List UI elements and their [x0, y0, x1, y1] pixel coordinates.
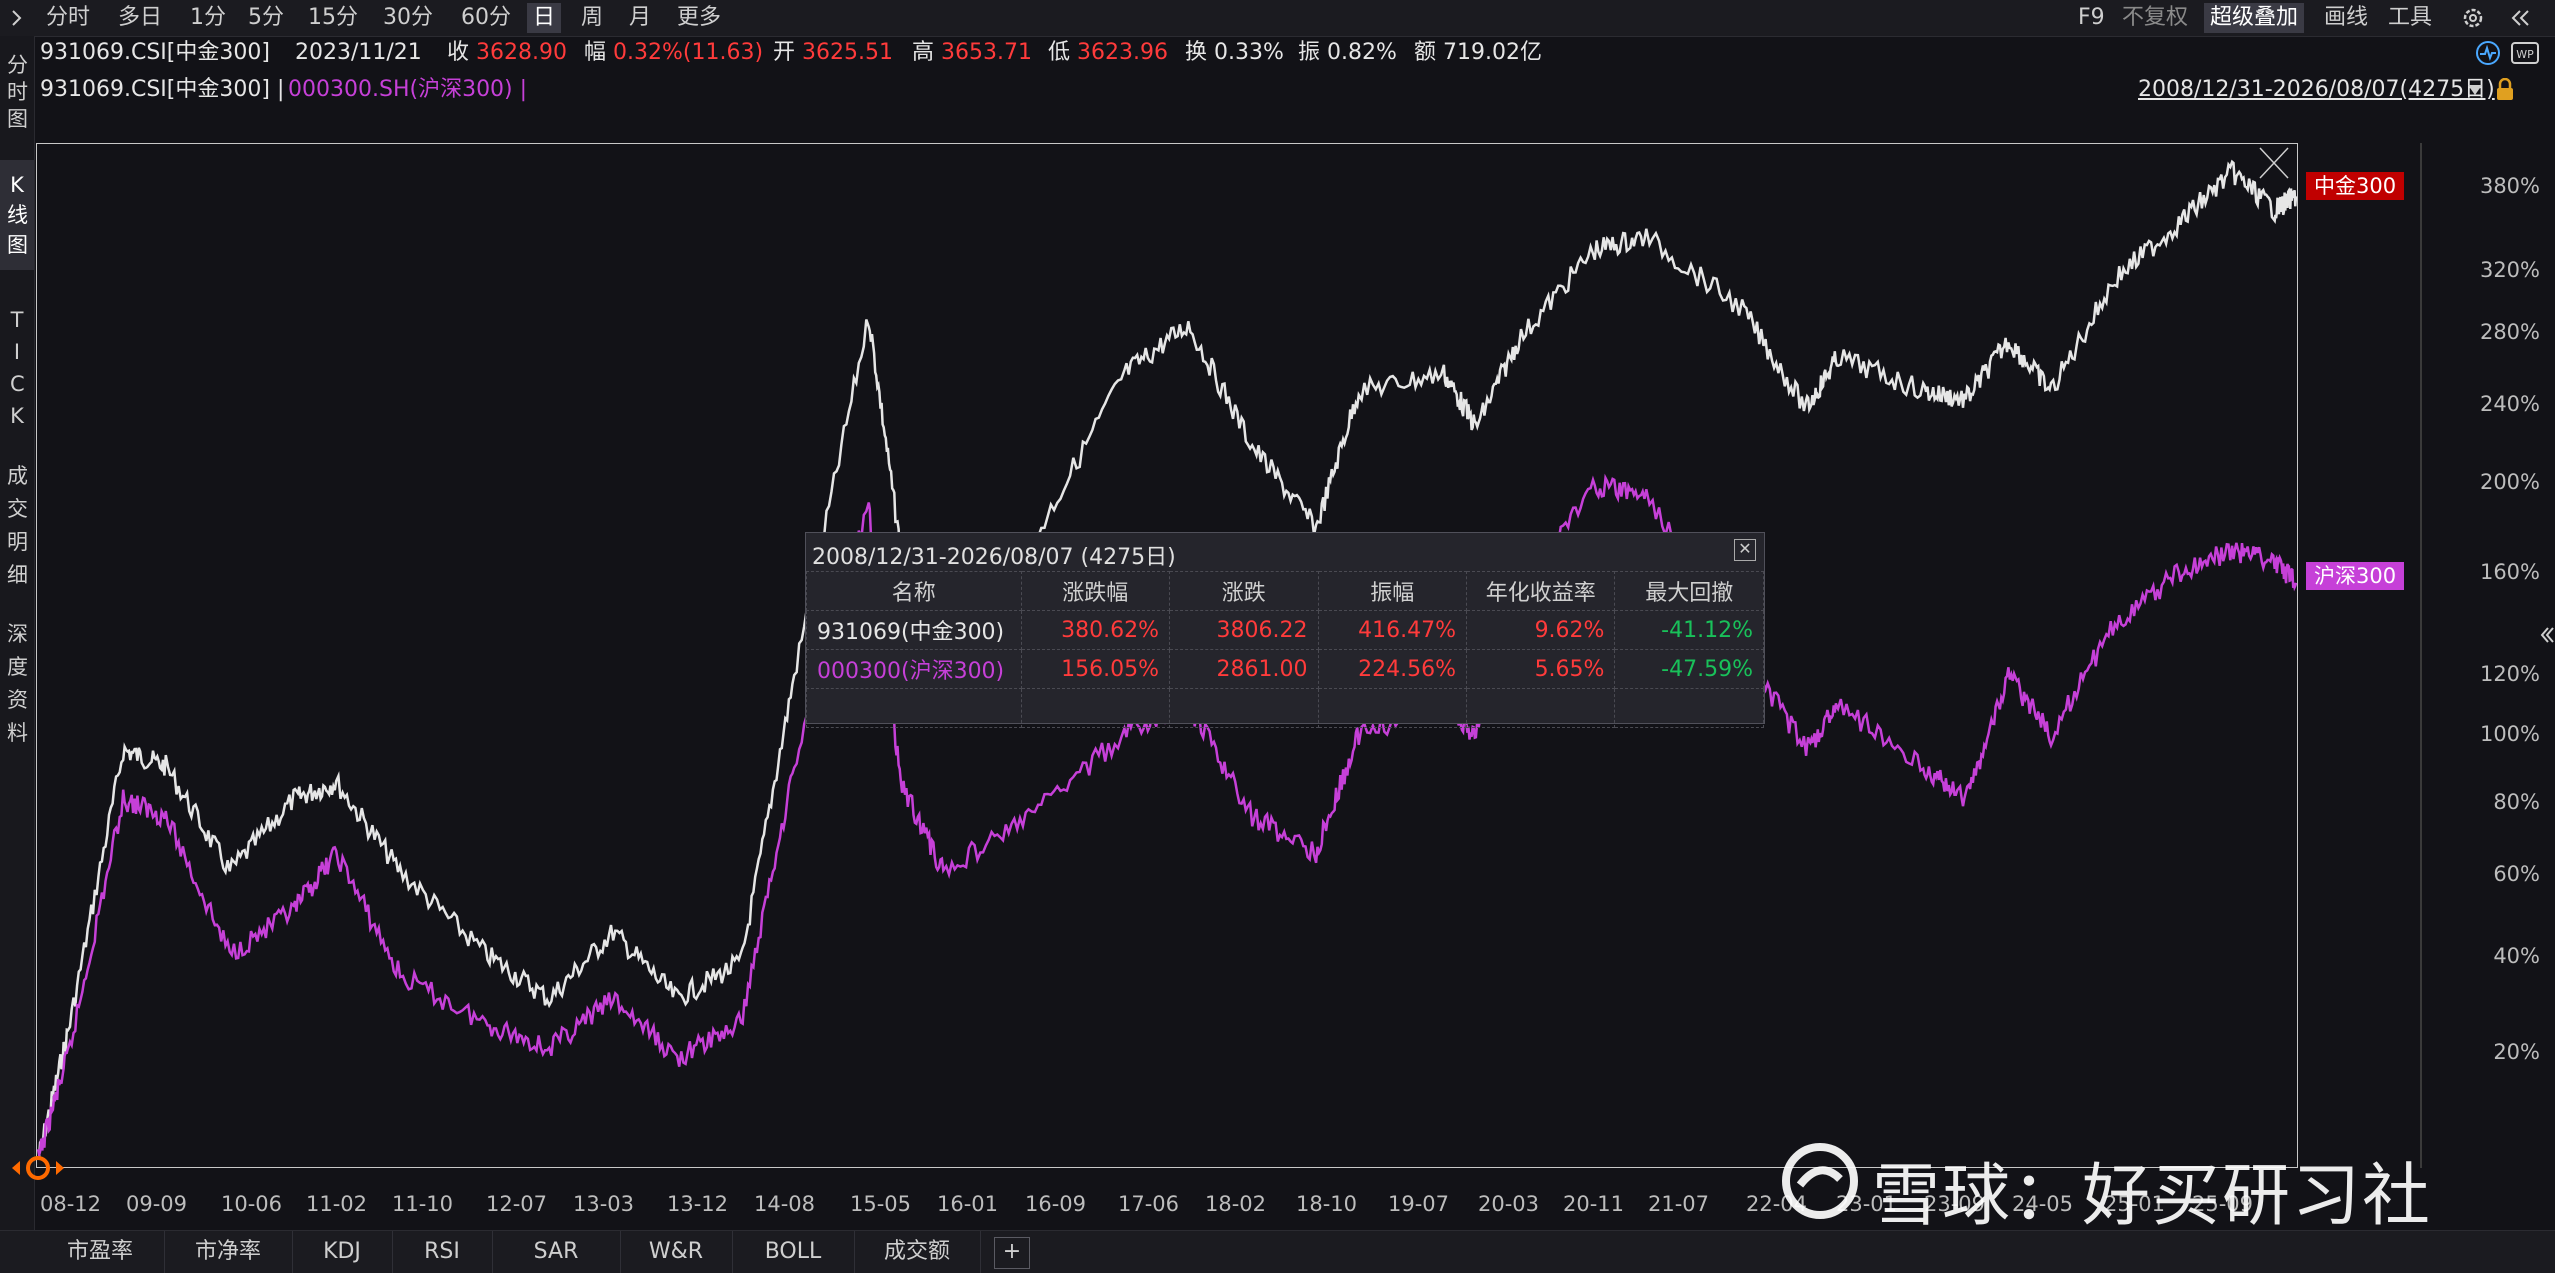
- x-tick: 18-02: [1205, 1192, 1267, 1216]
- row-name: 931069(中金300): [806, 610, 1022, 650]
- stats-table: 名称 涨跌幅 涨跌 振幅 年化收益率 最大回撤 931069(中金300) 38…: [806, 571, 1764, 728]
- col-dd-header: 最大回撤: [1614, 571, 1764, 611]
- y-tick: 120%: [2479, 662, 2540, 686]
- x-tick: 13-03: [573, 1192, 635, 1216]
- y-tick: 280%: [2479, 320, 2540, 344]
- x-tick: 10-06: [221, 1192, 283, 1216]
- indicator-tab-kdj[interactable]: KDJ: [292, 1231, 393, 1273]
- indicator-tab-pb[interactable]: 市净率: [164, 1231, 293, 1273]
- table-row[interactable]: 000300(沪深300) 156.05% 2861.00 224.56% 5.…: [806, 649, 1764, 689]
- y-tick: 100%: [2479, 722, 2540, 746]
- main-series-tag: 中金300: [2306, 172, 2405, 200]
- x-tick: 14-08: [754, 1192, 816, 1216]
- indicator-tab-pe[interactable]: 市盈率: [36, 1231, 165, 1273]
- watermark: 雪球：好买研习社: [1780, 1140, 2432, 1239]
- close-icon[interactable]: ✕: [1734, 539, 1756, 561]
- plus-icon[interactable]: +: [994, 1237, 1030, 1269]
- row-amp: 224.56%: [1317, 649, 1467, 689]
- indicator-tab-boll[interactable]: BOLL: [732, 1231, 855, 1273]
- table-row[interactable]: 931069(中金300) 380.62% 3806.22 416.47% 9.…: [806, 610, 1764, 650]
- row-chg: 3806.22: [1169, 610, 1319, 650]
- y-tick: 40%: [2493, 944, 2540, 968]
- interval-stats-popup: 2008/12/31-2026/08/07 (4275日) ✕ 名称 涨跌幅 涨…: [805, 532, 1765, 728]
- col-chg-header: 涨跌: [1169, 571, 1319, 611]
- y-tick: 60%: [2493, 862, 2540, 886]
- y-tick: 200%: [2479, 470, 2540, 494]
- row-annual: 9.62%: [1465, 610, 1616, 650]
- indicator-tab-sar[interactable]: SAR: [492, 1231, 621, 1273]
- x-tick: 21-07: [1648, 1192, 1710, 1216]
- close-overlay-icon[interactable]: [2254, 144, 2294, 186]
- x-tick: 13-12: [667, 1192, 729, 1216]
- popup-title: 2008/12/31-2026/08/07 (4275日): [812, 545, 1176, 570]
- x-tick: 19-07: [1388, 1192, 1450, 1216]
- y-tick: 320%: [2479, 258, 2540, 282]
- row-pct: 156.05%: [1020, 649, 1171, 689]
- x-tick: 09-09: [126, 1192, 188, 1216]
- y-tick: 80%: [2493, 790, 2540, 814]
- col-amp-header: 振幅: [1317, 571, 1467, 611]
- col-name-header: 名称: [806, 571, 1022, 611]
- indicator-tab-volume[interactable]: 成交额: [854, 1231, 981, 1273]
- indicator-tab-rsi[interactable]: RSI: [392, 1231, 493, 1273]
- x-tick: 11-10: [392, 1192, 454, 1216]
- row-pct: 380.62%: [1020, 610, 1171, 650]
- x-tick: 15-05: [850, 1192, 912, 1216]
- x-tick: 11-02: [306, 1192, 368, 1216]
- row-annual: 5.65%: [1465, 649, 1616, 689]
- indicator-tab-wr[interactable]: W&R: [620, 1231, 733, 1273]
- row-chg: 2861.00: [1169, 649, 1319, 689]
- secondary-series-tag: 沪深300: [2306, 562, 2405, 590]
- row-dd: -41.12%: [1614, 610, 1764, 650]
- y-tick: 380%: [2479, 174, 2540, 198]
- row-dd: -47.59%: [1614, 649, 1764, 689]
- table-header-row: 名称 涨跌幅 涨跌 振幅 年化收益率 最大回撤: [806, 571, 1764, 611]
- indicator-tab-bar: 市盈率 市净率 KDJ RSI SAR W&R BOLL 成交额 +: [0, 1230, 2555, 1273]
- y-tick: 240%: [2479, 392, 2540, 416]
- row-amp: 416.47%: [1317, 610, 1467, 650]
- side-collapse-icon[interactable]: [2538, 620, 2554, 654]
- table-row-empty: [806, 688, 1764, 728]
- x-tick: 08-12: [40, 1192, 102, 1216]
- x-tick: 20-03: [1478, 1192, 1540, 1216]
- x-tick: 16-01: [937, 1192, 999, 1216]
- snowball-logo-icon: [1780, 1141, 1860, 1238]
- origin-marker-icon[interactable]: [10, 1155, 66, 1185]
- y-tick: 160%: [2479, 560, 2540, 584]
- x-tick: 20-11: [1563, 1192, 1625, 1216]
- col-pct-header: 涨跌幅: [1020, 571, 1171, 611]
- col-annual-header: 年化收益率: [1465, 571, 1616, 611]
- y-axis-labels: 380% 320% 280% 240% 200% 160% 120% 100% …: [2420, 0, 2540, 1272]
- row-name: 000300(沪深300): [806, 649, 1022, 689]
- y-tick: 20%: [2493, 1040, 2540, 1064]
- x-tick: 18-10: [1296, 1192, 1358, 1216]
- x-tick: 17-06: [1118, 1192, 1180, 1216]
- x-tick: 16-09: [1025, 1192, 1087, 1216]
- watermark-text: 雪球：好买研习社: [1872, 1157, 2433, 1236]
- x-tick: 12-07: [486, 1192, 548, 1216]
